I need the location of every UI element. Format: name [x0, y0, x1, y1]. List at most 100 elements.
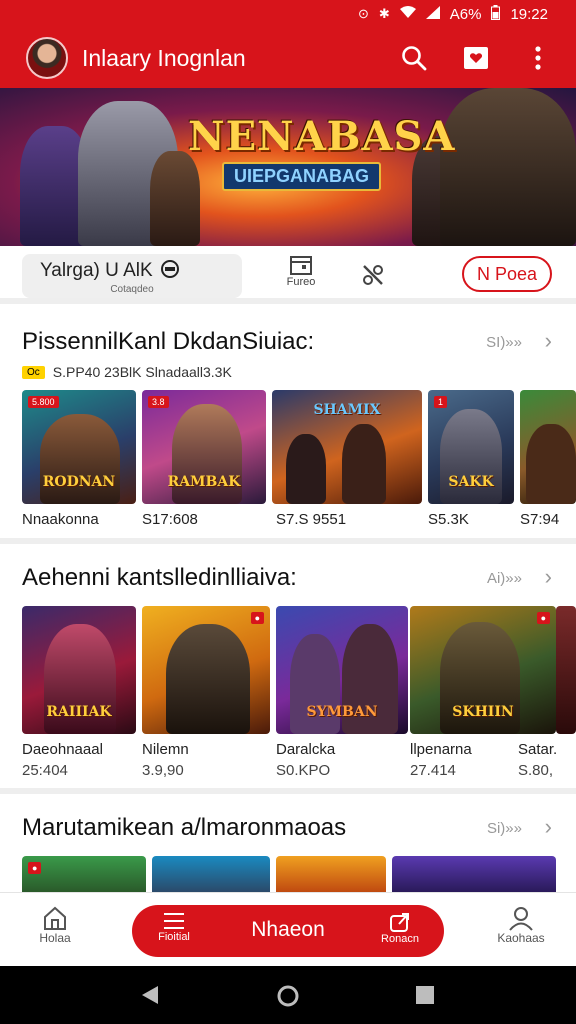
card-character — [166, 624, 250, 734]
system-navigation-bar — [0, 966, 576, 1024]
game-card[interactable]: ● SKHIIN — [410, 606, 556, 734]
wishlist-button[interactable] — [456, 38, 496, 78]
game-card[interactable]: 3.8 RAMBAK — [142, 390, 266, 504]
fab-right-label: Ronacn — [381, 933, 419, 945]
game-card[interactable] — [276, 856, 386, 892]
home-circle-icon[interactable] — [276, 984, 300, 1013]
game-card[interactable]: SYMBAN — [276, 606, 408, 734]
card-caption: Nilemn — [142, 741, 189, 758]
card-caption: Daeohnaaal — [22, 741, 103, 758]
back-icon[interactable] — [140, 984, 160, 1011]
see-all-link[interactable]: SI)»» — [486, 334, 522, 351]
card-badge: 5.800 — [28, 396, 59, 408]
section-title: Aehenni kantslledinlliaiva: — [22, 564, 297, 591]
game-card[interactable]: RAIIIAK — [22, 606, 136, 734]
search-chip-label: Yalrgа) U AlK — [40, 260, 180, 282]
main-action-bar[interactable]: Fioitial Nhaeon Ronacn — [132, 905, 444, 957]
nav-profile[interactable]: Kaohaas — [486, 905, 556, 945]
see-all-link[interactable]: Ai)»» — [487, 570, 522, 587]
meta-tag: Oc — [22, 365, 45, 379]
game-card[interactable]: 1 SAKK — [428, 390, 514, 504]
heart-box-icon — [464, 47, 488, 69]
search-button[interactable] — [394, 38, 434, 78]
card-badge: ● — [250, 612, 264, 624]
card-caption: S17:608 — [142, 511, 198, 528]
calendar-icon — [290, 256, 312, 275]
hero-character-right — [440, 88, 576, 246]
tool-icon — [363, 265, 383, 285]
game-card[interactable] — [520, 390, 576, 504]
overflow-menu-button[interactable] — [518, 38, 558, 78]
card-subcaption: 25:404 — [22, 762, 68, 779]
search-chip-text: Yalrgа) U AlK — [40, 260, 153, 281]
card-caption: Daralcka — [276, 741, 336, 758]
new-filter-pill[interactable]: N Poea — [462, 256, 552, 292]
card-logo: SAKK — [448, 474, 494, 490]
filter-bar: Yalrgа) U AlK Cotaqdeo Fureo N Poea — [0, 246, 576, 304]
hero-character-back — [150, 151, 200, 246]
card-logo: RAMBAK — [167, 474, 241, 490]
banner-title: NENABASA — [188, 113, 456, 160]
card-logo: RODNAN — [42, 474, 116, 490]
app-bar: Inlaary Inognlan — [0, 28, 576, 88]
card-caption: S7:94 — [520, 511, 560, 528]
game-card[interactable] — [392, 856, 556, 892]
card-character — [40, 414, 120, 504]
nav-home[interactable]: Holaa — [20, 905, 90, 945]
filter-button[interactable]: Fureo — [276, 254, 326, 298]
banner-subtitle: UIEPGANABAG — [222, 162, 382, 191]
controller-icon — [160, 260, 179, 278]
card-badge: 3.8 — [148, 396, 169, 408]
chevron-right-icon[interactable]: › — [545, 564, 552, 590]
see-all-link[interactable]: Si)»» — [487, 820, 522, 837]
nav-home-label: Holaa — [39, 931, 71, 945]
chevron-right-icon[interactable]: › — [545, 328, 552, 354]
alarm-icon: ⊙ — [357, 6, 369, 21]
card-caption: S5.3K — [428, 511, 469, 528]
avatar[interactable] — [26, 37, 68, 79]
card-caption: S7.S 9551 — [276, 511, 347, 528]
share-box-icon — [390, 913, 409, 932]
signal-icon — [425, 6, 440, 22]
game-card[interactable]: 5.800 RODNAN — [22, 390, 136, 504]
hero-banner[interactable]: NENABASA UIEPGANABAG — [0, 88, 576, 246]
fab-right-button[interactable]: Ronacn — [370, 911, 430, 945]
card-subcaption: 3.9,90 — [142, 762, 184, 779]
status-bar: ⊙ ✱ A6% 19:22 — [0, 0, 576, 28]
card-caption: llpenarna — [410, 741, 472, 758]
card-caption: Satar. — [518, 741, 558, 758]
section-title: PissennilKanl DkdanSiuiac: — [22, 328, 315, 355]
battery-icon — [491, 5, 501, 23]
search-chip-sub: Cotaqdeo — [110, 284, 154, 295]
game-card[interactable]: ● — [22, 856, 146, 892]
filter-label: Fureo — [286, 276, 316, 288]
section-title: Marutamikean a/lmaronmaoas — [22, 814, 347, 841]
profile-icon — [509, 907, 533, 931]
wifi-icon — [399, 6, 416, 22]
meta-text: S.PP40 23BlK Slnadaall3.3K — [52, 364, 232, 380]
card-character — [526, 424, 576, 504]
section-meta: Oc S.PP40 23BlK Slnadaall3.3K — [22, 364, 232, 380]
chevron-right-icon[interactable]: › — [545, 814, 552, 840]
sort-button[interactable] — [348, 254, 398, 298]
search-chip[interactable]: Yalrgа) U AlK Cotaqdeo — [22, 254, 242, 298]
game-card[interactable] — [152, 856, 270, 892]
card-logo: SHAMIX — [313, 402, 381, 418]
battery-percent: A6% — [449, 5, 482, 23]
card-subcaption: S0.KPO — [276, 762, 331, 779]
card-caption: Nnaakonna — [22, 511, 99, 528]
card-logo: SKHIIN — [452, 704, 514, 720]
bottom-navigation: Holaa Fioitial Nhaeon Ronacn Kaohaas — [0, 892, 576, 966]
card-badge: ● — [28, 862, 42, 874]
home-icon — [44, 906, 66, 930]
card-subcaption: S.80, — [518, 762, 554, 779]
card-character — [286, 434, 326, 504]
game-card[interactable]: ● — [142, 606, 270, 734]
nav-profile-label: Kaohaas — [497, 931, 545, 945]
card-badge: ● — [536, 612, 550, 624]
game-card[interactable]: SHAMIX — [272, 390, 422, 504]
recents-icon[interactable] — [414, 984, 436, 1011]
card-logo: RAIIIAK — [46, 704, 112, 720]
game-card[interactable] — [556, 606, 576, 734]
card-subcaption: 27.414 — [410, 762, 456, 779]
